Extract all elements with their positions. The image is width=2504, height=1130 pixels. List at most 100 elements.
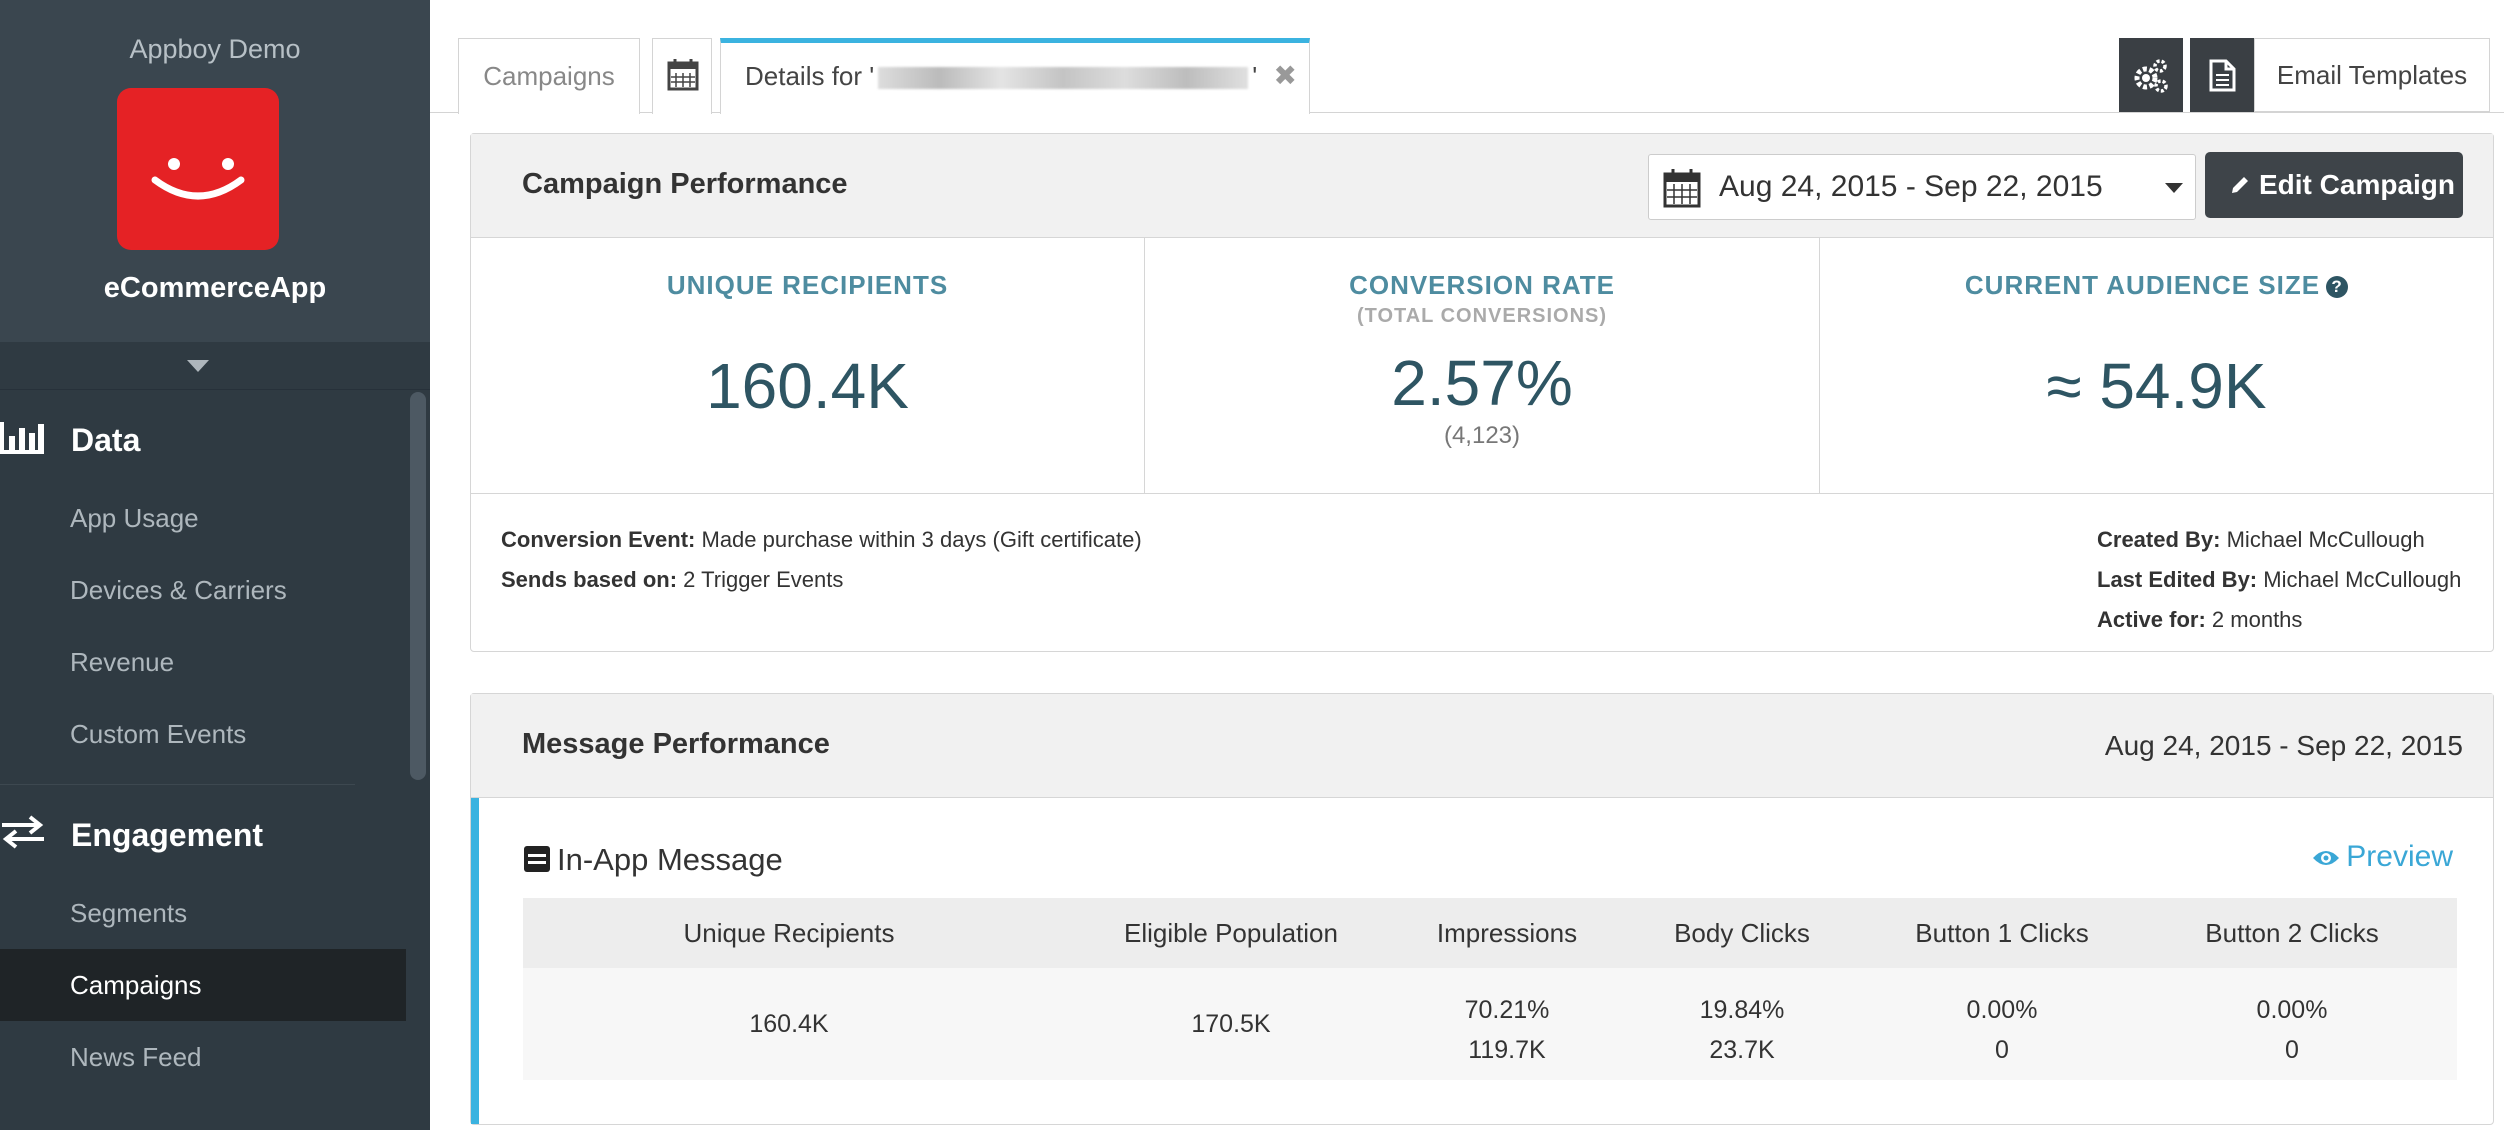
app-switcher[interactable] xyxy=(0,342,430,390)
created-by-value: Michael McCullough xyxy=(2226,527,2425,552)
message-type: In-App Message xyxy=(557,842,783,877)
last-edited-value: Michael McCullough xyxy=(2263,567,2462,592)
close-icon[interactable]: ✖ xyxy=(1274,43,1297,109)
column-header: Button 1 Clicks xyxy=(1915,918,2089,948)
stat-label: UNIQUE RECIPIENTS xyxy=(666,270,949,300)
sidebar-item-campaigns[interactable]: Campaigns xyxy=(0,949,406,1021)
column-header: Eligible Population xyxy=(1124,918,1338,948)
gears-icon xyxy=(2134,59,2168,93)
nav-section-engagement[interactable]: Engagement xyxy=(0,785,410,877)
conversion-event-label: Conversion Event: xyxy=(501,527,696,552)
meta-left: Conversion Event: Made purchase within 3… xyxy=(501,520,1142,600)
sidebar-scrollbar[interactable] xyxy=(410,392,426,780)
tab-campaigns[interactable]: Campaigns xyxy=(458,38,640,114)
app-logo[interactable] xyxy=(117,88,279,250)
edit-campaign-label: Edit Campaign xyxy=(2259,169,2456,200)
nav-section-label: Engagement xyxy=(71,817,264,853)
sidebar-item-news-feed[interactable]: News Feed xyxy=(0,1021,410,1093)
active-for-value: 2 months xyxy=(2211,607,2303,632)
company-name: Appboy Demo xyxy=(129,34,301,64)
stat-label-wrap: CURRENT AUDIENCE SIZE? xyxy=(1820,270,2493,301)
stat-value: 160.4K xyxy=(706,350,909,422)
cell-button1-clicks: 0.00% 0 xyxy=(1877,990,2127,1070)
cell-eligible-population: 170.5K xyxy=(1191,1010,1271,1038)
redacted-campaign-name xyxy=(878,67,1249,90)
impressions-count: 119.7K xyxy=(1468,1036,1546,1064)
sidebar-item-segments[interactable]: Segments xyxy=(0,877,410,949)
tab-details-prefix: Details for ' xyxy=(745,61,875,91)
sidebar-item-app-usage[interactable]: App Usage xyxy=(0,482,410,554)
help-icon[interactable]: ? xyxy=(2326,276,2349,298)
button2-count: 0 xyxy=(2285,1036,2299,1064)
button1-pct: 0.00% xyxy=(1966,996,2038,1024)
app-header: Appboy Demo eCommerceApp xyxy=(0,0,430,342)
eye-icon xyxy=(2313,851,2340,865)
column-header: Unique Recipients xyxy=(683,918,895,948)
created-by-label: Created By: xyxy=(2097,527,2221,552)
tab-calendar[interactable] xyxy=(652,38,712,114)
column-header: Body Clicks xyxy=(1674,918,1810,948)
nav-section-label: Data xyxy=(71,422,141,458)
button1-count: 0 xyxy=(1995,1036,2009,1064)
templates-button[interactable] xyxy=(2190,38,2254,112)
sends-based-value: 2 Trigger Events xyxy=(683,567,844,592)
column-header: Button 2 Clicks xyxy=(2205,918,2379,948)
campaign-performance-panel: Campaign Performance Aug 24, 2015 - Sep … xyxy=(470,133,2494,652)
cell-button2-clicks: 0.00% 0 xyxy=(2127,990,2457,1070)
tab-details-suffix: ' xyxy=(1252,61,1258,91)
stat-sublabel: (TOTAL CONVERSIONS) xyxy=(1356,305,1608,327)
conversion-event-value: Made purchase within 3 days (Gift certif… xyxy=(701,527,1142,552)
tab-bar: Campaigns Details for ' ' ✖ Email Templa… xyxy=(430,0,2504,114)
cell-impressions: 70.21% 119.7K xyxy=(1407,990,1607,1070)
campaign-meta: Conversion Event: Made purchase within 3… xyxy=(471,494,2493,654)
message-stats-table: Unique Recipients Eligible Population Im… xyxy=(523,898,2457,1080)
stat-conversion-rate: CONVERSION RATE (TOTAL CONVERSIONS) 2.57… xyxy=(1144,238,1819,494)
stat-value: ≈ 54.9K xyxy=(2046,350,2267,422)
stats-row: UNIQUE RECIPIENTS 160.4K CONVERSION RATE… xyxy=(471,238,2493,494)
active-for-label: Active for: xyxy=(2097,607,2206,632)
sidebar: Appboy Demo eCommerceApp Data App Usage xyxy=(0,0,430,1130)
calendar-icon xyxy=(1663,169,1701,208)
date-range-value: Aug 24, 2015 - Sep 22, 2015 xyxy=(1719,170,2103,203)
app-name: eCommerceApp xyxy=(103,272,327,304)
settings-button[interactable] xyxy=(2119,38,2183,112)
date-range-picker[interactable]: Aug 24, 2015 - Sep 22, 2015 xyxy=(1648,154,2196,220)
in-app-message-icon xyxy=(524,846,550,872)
email-templates-button[interactable]: Email Templates xyxy=(2254,38,2490,112)
document-icon xyxy=(2209,59,2236,92)
main-content: Campaigns Details for ' ' ✖ Email Templa… xyxy=(430,0,2504,1130)
stat-value: 2.57% xyxy=(1391,347,1573,419)
cell-unique-recipients: 160.4K xyxy=(749,1010,829,1038)
table-row: 160.4K 170.5K 70.21% 119.7K 19.84% 23.7K… xyxy=(523,968,2457,1080)
smiley-logo-icon xyxy=(151,158,245,200)
nav-section-data[interactable]: Data xyxy=(0,390,410,482)
sidebar-item-revenue[interactable]: Revenue xyxy=(0,626,410,698)
tab-campaign-details[interactable]: Details for ' ' ✖ xyxy=(720,38,1310,114)
message-performance-panel: Message Performance Aug 24, 2015 - Sep 2… xyxy=(470,693,2494,1125)
calendar-icon xyxy=(667,59,699,91)
preview-link[interactable]: Preview xyxy=(2312,840,2453,874)
bar-chart-icon xyxy=(0,422,44,454)
caret-down-icon xyxy=(187,360,209,372)
panel-title: Campaign Performance xyxy=(522,168,848,200)
stat-audience-size: CURRENT AUDIENCE SIZE? ≈ 54.9K xyxy=(1819,238,2493,494)
message-title: In-App Message xyxy=(523,842,783,878)
column-header: Impressions xyxy=(1436,918,1578,948)
stat-label: CURRENT AUDIENCE SIZE xyxy=(1964,270,2321,300)
button2-pct: 0.00% xyxy=(2256,996,2328,1024)
stat-unique-recipients: UNIQUE RECIPIENTS 160.4K xyxy=(471,238,1144,494)
sidebar-item-custom-events[interactable]: Custom Events xyxy=(0,698,410,770)
exchange-arrows-icon xyxy=(2,815,44,849)
last-edited-label: Last Edited By: xyxy=(2097,567,2258,592)
panel-header: Campaign Performance Aug 24, 2015 - Sep … xyxy=(471,134,2493,238)
impressions-pct: 70.21% xyxy=(1464,996,1550,1024)
pencil-icon xyxy=(2232,177,2248,193)
message-date-range: Aug 24, 2015 - Sep 22, 2015 xyxy=(2104,730,2463,761)
meta-right: Created By: Michael McCullough Last Edit… xyxy=(2097,520,2461,640)
body-clicks-count: 23.7K xyxy=(1709,1036,1775,1064)
edit-campaign-button[interactable]: Edit Campaign xyxy=(2205,152,2463,218)
sends-based-label: Sends based on: xyxy=(501,567,678,592)
panel-title: Message Performance xyxy=(522,728,830,760)
table-header: Unique Recipients Eligible Population Im… xyxy=(523,898,2457,968)
sidebar-item-devices-carriers[interactable]: Devices & Carriers xyxy=(0,554,410,626)
